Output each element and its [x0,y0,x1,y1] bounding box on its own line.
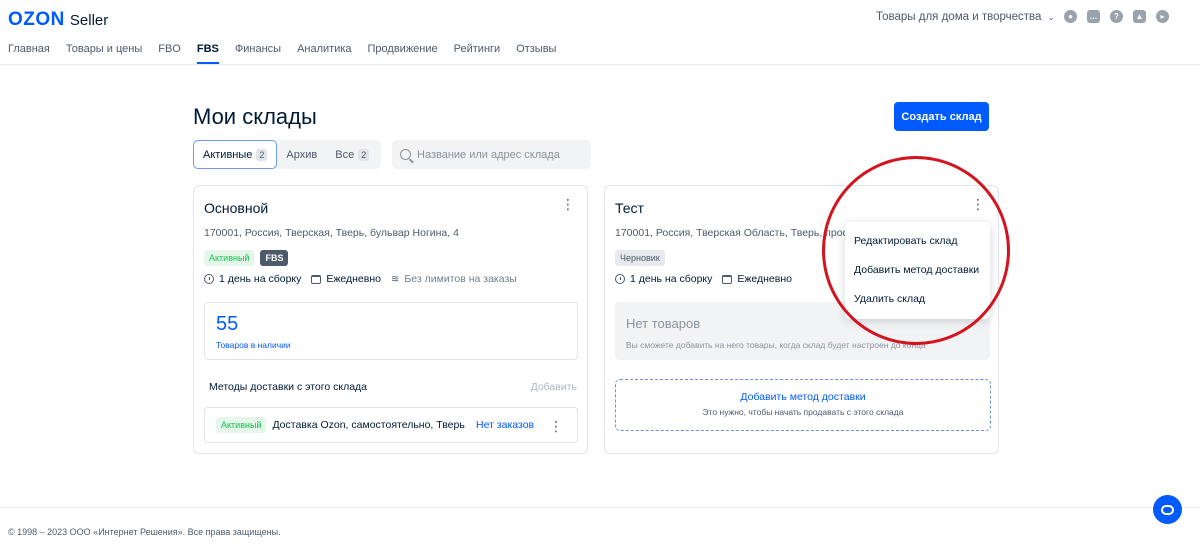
search-icon [400,149,411,160]
warehouse-options-menu: Редактировать склад Добавить метод доста… [845,222,990,319]
warehouse-address: 170001, Россия, Тверская Область, Тверь,… [615,227,854,239]
nav-item-main[interactable]: Главная [8,43,50,64]
fbs-badge: FBS [260,250,289,266]
nav-item-ratings[interactable]: Рейтинги [454,43,501,64]
tab-count-badge: 2 [358,148,370,161]
add-delivery-method-button[interactable]: Добавить метод доставки Это нужно, чтобы… [615,379,991,431]
empty-description: Вы сможете добавить на него товары, когд… [626,340,926,350]
warehouse-name: Тест [615,200,644,216]
stock-count: 55 [216,313,239,335]
menu-item-add-delivery-method[interactable]: Добавить метод доставки [845,257,990,286]
warehouse-meta: 1 день на сборку Ежедневно ≋ Без лимитов… [204,273,517,285]
header-icons: ● … ? ▲ ▸ [1064,10,1169,23]
chevron-down-icon: ⌄ [1047,11,1055,22]
status-badge: Активный [204,250,255,266]
status-badges: Черновик [615,250,665,266]
warehouse-address: 170001, Россия, Тверская, Тверь, бульвар… [204,227,459,239]
support-chat-button[interactable] [1153,495,1182,524]
logo-product: Seller [69,12,109,29]
user-icon[interactable]: ● [1064,10,1077,23]
tab-label: Архив [286,148,318,161]
warehouse-card-main: Основной ⋮ 170001, Россия, Тверская, Тве… [193,185,588,454]
nav-item-products[interactable]: Товары и цены [66,43,142,64]
method-status-badge: Активный [216,417,267,433]
create-warehouse-button[interactable]: Создать склад [894,102,989,131]
add-method-title: Добавить метод доставки [740,391,866,403]
assembly-time-label: 1 день на сборку [219,273,302,285]
nav-item-fbs[interactable]: FBS [196,43,219,64]
schedule-label: Ежедневно [737,273,792,285]
chat-icon[interactable]: … [1087,10,1100,23]
tab-label: Все [335,148,355,161]
copyright-text: © 1998 – 2023 ООО «Интернет Решения». Вс… [8,527,281,537]
menu-item-edit-warehouse[interactable]: Редактировать склад [845,228,990,257]
warehouse-search [392,140,591,169]
stock-label: Товаров в наличии [216,340,291,350]
empty-title: Нет товаров [626,316,701,331]
tab-all[interactable]: Все 2 [326,140,378,169]
clock-icon [204,274,214,284]
calendar-icon [311,274,322,284]
schedule-label: Ежедневно [326,273,381,285]
more-options-icon[interactable]: ⋮ [971,197,985,211]
search-input[interactable] [417,148,577,161]
method-orders-status[interactable]: Нет заказов [476,419,534,431]
tab-archive[interactable]: Архив [277,140,326,169]
add-method-description: Это нужно, чтобы начать продавать с этог… [702,407,904,417]
nav-item-finance[interactable]: Финансы [235,43,281,64]
warehouse-tabs: Активные 2 Архив Все 2 [193,140,381,169]
status-badge: Черновик [615,250,665,266]
nav-item-analytics[interactable]: Аналитика [297,43,351,64]
stock-summary[interactable]: 55 Товаров в наличии [204,302,578,360]
education-icon[interactable]: ▲ [1133,10,1146,23]
limits-icon: ≋ [391,273,400,285]
warehouse-name: Основной [204,200,269,216]
nav-item-reviews[interactable]: Отзывы [516,43,556,64]
calendar-icon [722,274,733,284]
assembly-time: 1 день на сборку [204,273,301,285]
assembly-time: 1 день на сборку [615,273,712,285]
add-delivery-method-link[interactable]: Добавить [531,381,577,393]
delivery-method-row[interactable]: Активный Доставка Ozon, самостоятельно, … [204,407,578,443]
logo-brand: OZON [8,9,65,30]
announcements-icon[interactable]: ▸ [1156,10,1169,23]
chat-bubble-icon [1161,504,1174,515]
method-name: Доставка Ozon, самостоятельно, Тверь [272,419,465,431]
ozon-seller-logo[interactable]: OZON Seller [8,9,108,31]
schedule: Ежедневно [311,273,381,285]
schedule: Ежедневно [722,273,792,285]
more-options-icon[interactable]: ⋮ [561,197,575,211]
nav-item-promotion[interactable]: Продвижение [368,43,438,64]
more-options-icon[interactable]: ⋮ [549,419,563,433]
nav-item-fbo[interactable]: FBO [158,43,181,64]
order-limits: ≋ Без лимитов на заказы [391,273,517,285]
page-title: Мои склады [193,104,317,129]
store-selector-label: Товары для дома и творчества [876,11,1042,23]
status-badges: Активный FBS [204,250,289,266]
top-header: OZON Seller Товары для дома и творчества… [0,0,1200,65]
assembly-time-label: 1 день на сборку [630,273,713,285]
store-selector[interactable]: Товары для дома и творчества ⌄ [876,11,1055,23]
delivery-methods-title: Методы доставки с этого склада [209,381,368,393]
tab-label: Активные [203,148,253,161]
help-icon[interactable]: ? [1110,10,1123,23]
main-nav: Главная Товары и цены FBO FBS Финансы Ан… [8,43,556,64]
tab-count-badge: 2 [256,148,268,161]
tab-active[interactable]: Активные 2 [193,140,278,169]
page-footer: © 1998 – 2023 ООО «Интернет Решения». Вс… [0,507,1200,544]
order-limits-label: Без лимитов на заказы [404,273,517,285]
warehouse-meta: 1 день на сборку Ежедневно [615,273,792,285]
menu-item-delete-warehouse[interactable]: Удалить склад [845,286,990,315]
clock-icon [615,274,625,284]
